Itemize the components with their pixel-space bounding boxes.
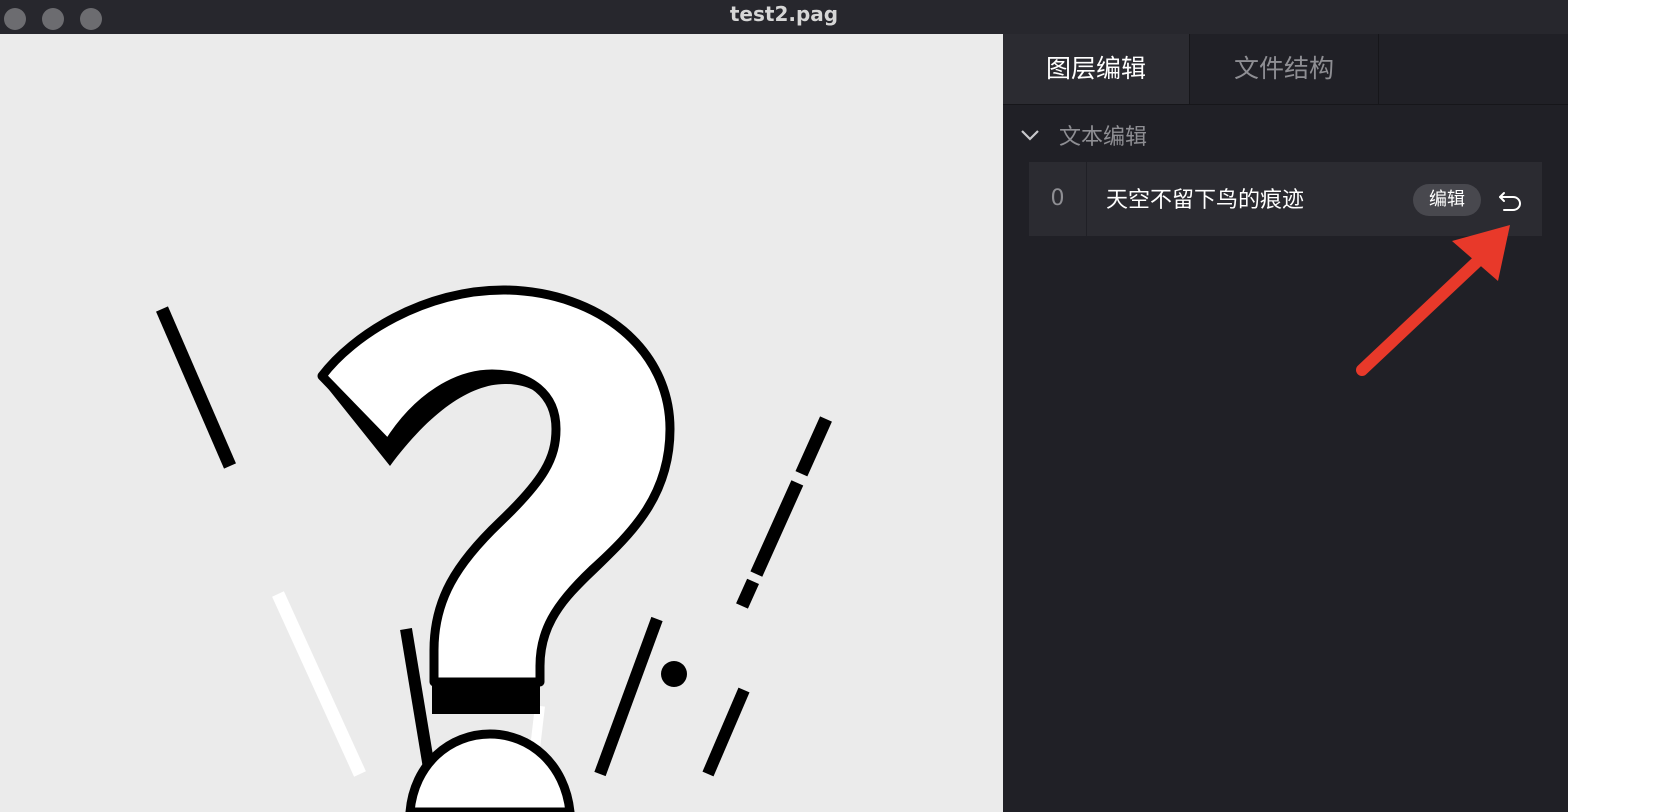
section-title: 文本编辑	[1059, 125, 1148, 150]
app-window: test2.pag 图层编辑 文件结构 文本编辑 0 天空不留下鸟的痕迹 编辑	[0, 0, 1568, 812]
tab-file-structure[interactable]: 文件结构	[1190, 34, 1379, 104]
burst-line	[156, 306, 236, 469]
burst-line	[594, 616, 663, 777]
panel-tabs: 图层编辑 文件结构	[1003, 34, 1568, 105]
chevron-down-icon[interactable]	[1019, 124, 1041, 146]
edit-button[interactable]: 编辑	[1413, 184, 1481, 216]
burst-line	[736, 416, 832, 609]
question-mark-graphic	[156, 285, 832, 812]
tab-layer-edit[interactable]: 图层编辑	[1003, 34, 1190, 104]
question-mark-dot	[405, 729, 575, 812]
question-mark-body	[317, 285, 675, 687]
undo-icon[interactable]	[1495, 185, 1525, 215]
text-edit-section-header[interactable]: 文本编辑	[1019, 120, 1147, 150]
pag-preview-canvas	[0, 34, 1003, 812]
layer-text: 天空不留下鸟的痕迹	[1106, 188, 1305, 213]
burst-line	[400, 628, 436, 775]
red-annotation-arrow	[1356, 225, 1510, 376]
right-panel: 图层编辑 文件结构 文本编辑 0 天空不留下鸟的痕迹 编辑	[1003, 34, 1568, 812]
layer-index: 0	[1029, 162, 1087, 236]
burst-line	[702, 687, 750, 777]
dot	[661, 661, 687, 687]
burst-line	[272, 591, 366, 777]
title-bar: test2.pag	[0, 0, 1568, 34]
window-title: test2.pag	[729, 2, 839, 26]
